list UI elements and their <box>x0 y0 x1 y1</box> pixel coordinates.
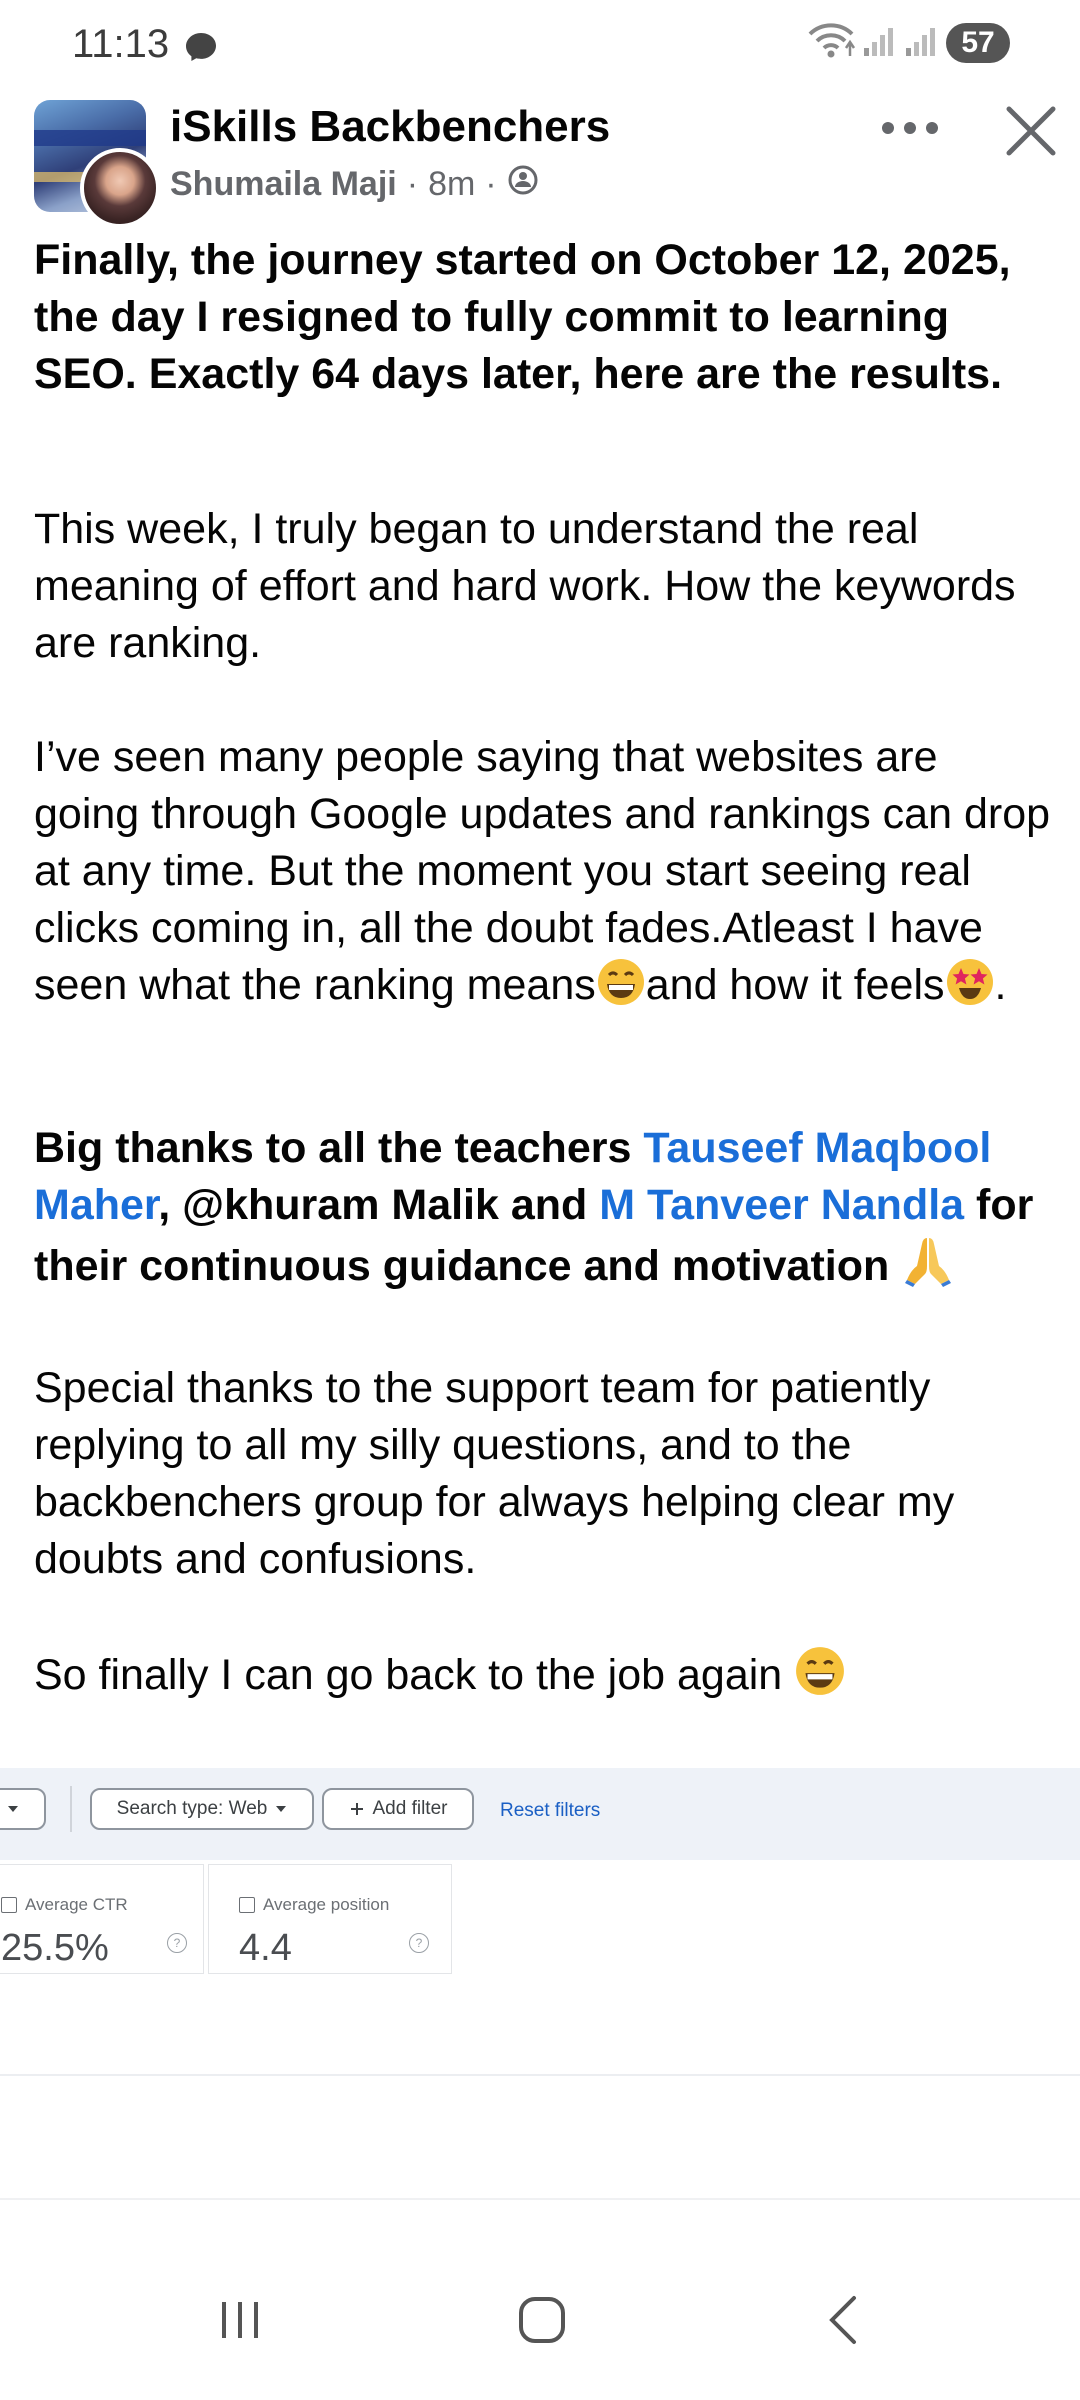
post-text: Finally, the journey started on October … <box>34 232 1054 1712</box>
grinning-face-emoji <box>596 957 646 1022</box>
metric-value: 25.5% <box>1 1927 109 1969</box>
author-name[interactable]: Shumaila Maji <box>170 165 397 204</box>
mention-link[interactable]: M Tanveer Nandla <box>599 1181 964 1229</box>
help-icon: ? <box>167 1933 187 1953</box>
post-paragraph: So finally I can go back to the job agai… <box>34 1645 1054 1712</box>
post-text-span: . <box>994 961 1007 1009</box>
status-icons: 57 <box>806 20 1010 65</box>
metric-label-text: Average position <box>263 1895 390 1914</box>
metric-label: Average position <box>239 1895 389 1915</box>
status-time: 11:13 <box>72 22 170 66</box>
help-icon: ? <box>409 1933 429 1953</box>
signal-icon <box>862 22 898 63</box>
metric-value: 4.4 <box>239 1927 292 1969</box>
search-type-label: Search type: Web <box>116 1798 268 1819</box>
recent-apps-icon <box>222 2302 258 2338</box>
status-bar: 11:13 57 <box>0 0 1080 92</box>
checkbox-icon <box>1 1897 17 1913</box>
search-type-chip: Search type: Web <box>90 1788 314 1830</box>
post-header: iSkills Backbenchers Shumaila Maji · 8m … <box>34 100 1056 228</box>
add-filter-label: Add filter <box>372 1798 448 1819</box>
wifi-icon <box>806 20 856 65</box>
metric-card-position: Average position 4.4 ? <box>208 1864 452 1974</box>
metric-label-text: Average CTR <box>25 1895 128 1914</box>
plus-icon <box>350 1803 363 1815</box>
post-text-span: Big thanks to all the teachers <box>34 1124 644 1172</box>
caret-down-icon <box>276 1806 287 1812</box>
more-options-button[interactable] <box>870 104 950 152</box>
metric-label: Average CTR <box>1 1895 128 1915</box>
signal-icon <box>904 22 940 63</box>
divider <box>0 2074 1080 2076</box>
grinning-face-emoji <box>794 1645 846 1712</box>
date-filter-chip <box>0 1788 46 1830</box>
group-name[interactable]: iSkills Backbenchers <box>170 102 610 152</box>
post-paragraph: Special thanks to the support team for p… <box>34 1364 955 1583</box>
post-text-span: , @khuram Malik and <box>158 1181 600 1229</box>
close-icon <box>1006 106 1056 156</box>
back-icon <box>829 2296 856 2344</box>
messenger-icon <box>184 31 218 68</box>
post-headline: Finally, the journey started on October … <box>34 236 1011 398</box>
post-image[interactable]: Search type: Web Add filter Reset filter… <box>0 1768 1080 2200</box>
post-paragraph: I’ve seen many people saying that websit… <box>34 729 1054 1022</box>
system-nav-bar <box>0 2240 1080 2400</box>
folded-hands-emoji <box>901 1234 955 1303</box>
metric-card-ctr: Average CTR 25.5% ? <box>0 1864 204 1974</box>
star-struck-emoji <box>945 957 995 1022</box>
post-meta: Shumaila Maji · 8m · <box>170 164 539 205</box>
add-filter-chip: Add filter <box>322 1788 474 1830</box>
caret-down-icon <box>8 1806 18 1812</box>
post-paragraph: This week, I truly began to understand t… <box>34 505 1016 667</box>
home-icon <box>519 2297 565 2343</box>
post-thanks: Big thanks to all the teachers Tauseef M… <box>34 1120 1054 1303</box>
members-only-icon <box>507 164 539 205</box>
avatar[interactable] <box>80 148 160 228</box>
post-time[interactable]: 8m <box>428 165 475 204</box>
battery-indicator: 57 <box>946 22 1010 63</box>
filter-toolbar: Search type: Web Add filter Reset filter… <box>0 1768 1080 1860</box>
home-button[interactable] <box>502 2290 582 2350</box>
recent-apps-button[interactable] <box>200 2290 280 2350</box>
back-button[interactable] <box>804 2290 884 2350</box>
close-button[interactable] <box>996 96 1066 166</box>
checkbox-icon <box>239 1897 255 1913</box>
divider <box>70 1786 72 1832</box>
more-icon <box>882 122 938 134</box>
post-text-span: So finally I can go back to the job agai… <box>34 1651 795 1699</box>
divider <box>0 2198 1080 2200</box>
meta-separator: · <box>485 165 497 203</box>
meta-separator: · <box>406 165 419 203</box>
reset-filters-link: Reset filters <box>500 1800 601 1821</box>
post-text-span: and how it feels <box>645 961 945 1009</box>
